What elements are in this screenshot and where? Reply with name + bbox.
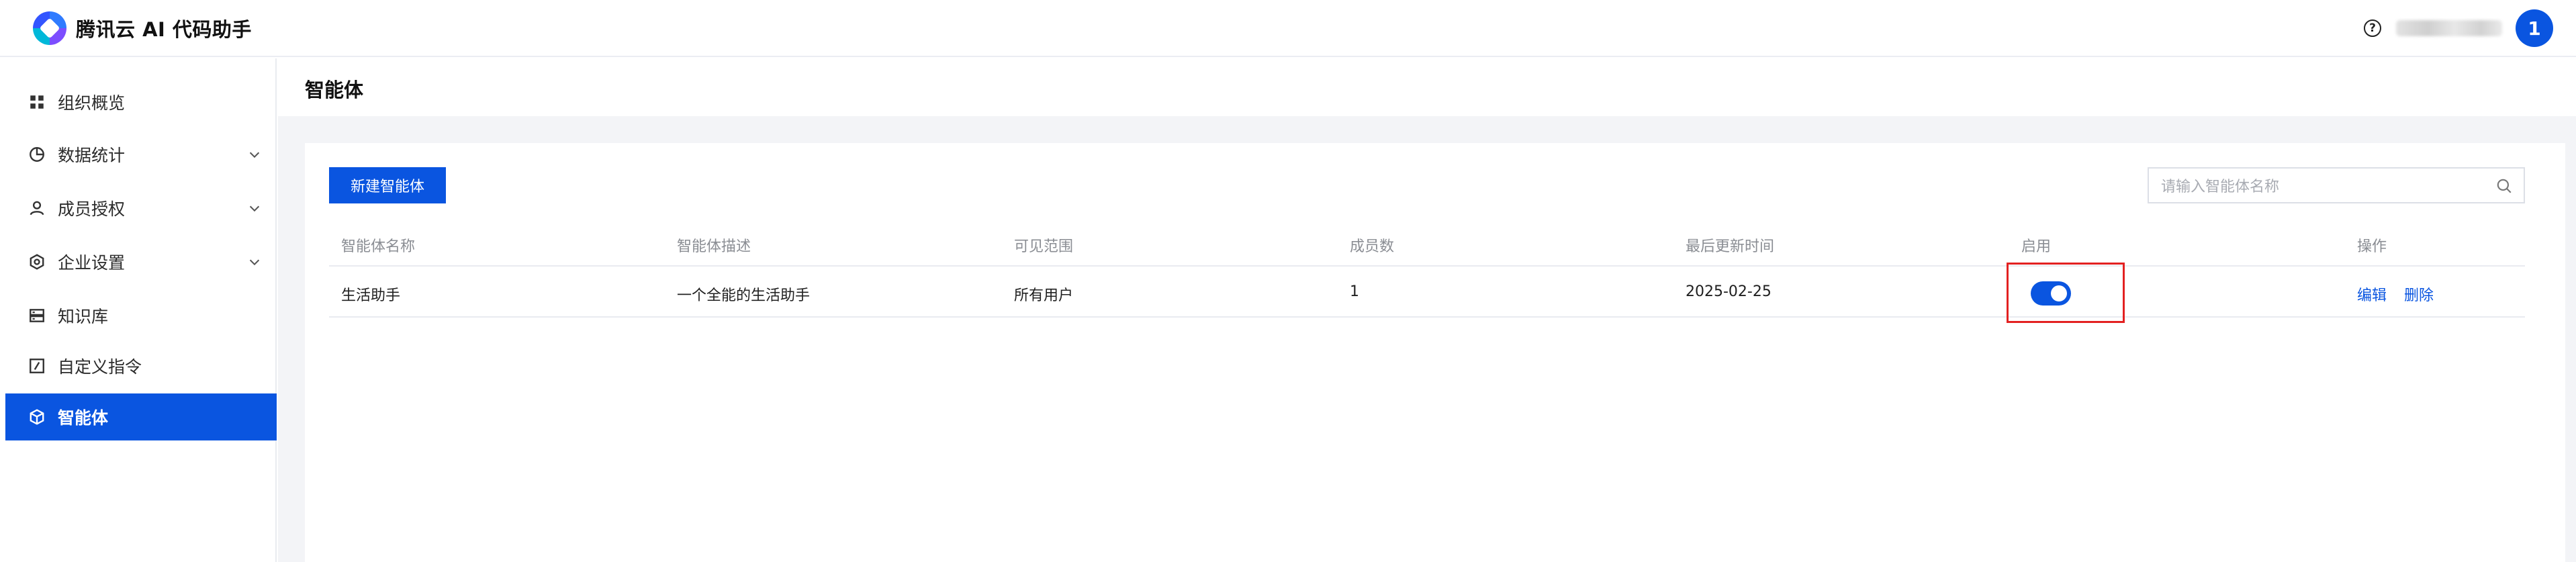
column-header-updated: 最后更新时间 xyxy=(1686,238,1775,255)
settings-icon xyxy=(30,254,44,270)
sidebar-item-custom-instructions[interactable]: 自定义指令 xyxy=(5,342,277,389)
brand-title: 腾讯云 AI 代码助手 xyxy=(76,17,252,41)
sidebar-item-label: 成员授权 xyxy=(58,199,126,219)
header-actions: ? 1 xyxy=(2364,9,2553,47)
sidebar-item-data-stats[interactable]: 数据统计 xyxy=(5,131,277,178)
sidebar-item-org-overview[interactable]: 组织概览 xyxy=(5,79,277,126)
sidebar: 组织概览 数据统计 成员授权 企业设置 知识库 自定义指令 智能体 xyxy=(5,58,277,562)
brand[interactable]: 腾讯云 AI 代码助手 xyxy=(33,11,252,45)
column-header-description: 智能体描述 xyxy=(677,238,751,255)
brand-logo-icon xyxy=(33,11,66,45)
table-row: 生活助手 一个全能的生活助手 所有用户 1 2025-02-25 编辑 删除 xyxy=(329,263,2525,323)
user-name-blurred[interactable] xyxy=(2396,20,2502,36)
pie-chart-icon xyxy=(30,147,44,162)
avatar[interactable]: 1 xyxy=(2516,9,2553,47)
sidebar-item-knowledge-base[interactable]: 知识库 xyxy=(5,292,277,339)
sidebar-item-label: 数据统计 xyxy=(58,146,126,165)
toggle-knob xyxy=(2051,285,2067,301)
page-title: 智能体 xyxy=(305,79,364,101)
sidebar-item-label: 企业设置 xyxy=(58,253,126,273)
sidebar-item-label: 智能体 xyxy=(58,408,109,428)
grid-icon xyxy=(30,95,44,109)
top-header: 腾讯云 AI 代码助手 ? 1 xyxy=(0,0,2576,57)
main-content: 智能体 新建智能体 请输入智能体名称 智能体名称 智能体描述 可见范围 成员数 … xyxy=(278,58,2576,562)
database-icon xyxy=(30,309,44,322)
agent-members: 1 xyxy=(1350,283,1359,300)
agent-updated: 2025-02-25 xyxy=(1686,283,1772,300)
table-header: 智能体名称 智能体描述 可见范围 成员数 最后更新时间 启用 操作 xyxy=(329,218,2525,267)
user-icon xyxy=(30,201,44,216)
agent-name: 生活助手 xyxy=(341,287,401,304)
search-icon[interactable] xyxy=(2495,177,2513,195)
enable-toggle[interactable] xyxy=(2031,281,2071,306)
column-header-name: 智能体名称 xyxy=(341,238,416,255)
edit-box-icon xyxy=(30,359,44,373)
column-header-visibility: 可见范围 xyxy=(1014,238,1074,255)
chevron-down-icon xyxy=(249,152,260,158)
column-header-members: 成员数 xyxy=(1350,238,1395,255)
chevron-down-icon xyxy=(249,205,260,212)
sidebar-item-agents[interactable]: 智能体 xyxy=(5,393,277,440)
chevron-down-icon xyxy=(249,259,260,266)
help-icon[interactable]: ? xyxy=(2364,19,2381,37)
search-input[interactable]: 请输入智能体名称 xyxy=(2148,167,2525,203)
agent-visibility: 所有用户 xyxy=(1014,287,1074,304)
sidebar-item-label: 自定义指令 xyxy=(58,357,142,377)
cube-icon xyxy=(30,409,44,425)
sidebar-item-label: 知识库 xyxy=(58,307,109,326)
agent-description: 一个全能的生活助手 xyxy=(677,287,811,304)
page-header: 智能体 xyxy=(278,58,2576,116)
column-header-actions: 操作 xyxy=(2357,238,2387,255)
column-header-enabled: 启用 xyxy=(2021,238,2052,255)
agents-card: 新建智能体 请输入智能体名称 智能体名称 智能体描述 可见范围 成员数 最后更新… xyxy=(305,143,2565,562)
new-agent-button[interactable]: 新建智能体 xyxy=(329,167,446,203)
agents-table: 智能体名称 智能体描述 可见范围 成员数 最后更新时间 启用 操作 生活助手 一… xyxy=(329,218,2525,323)
sidebar-item-member-auth[interactable]: 成员授权 xyxy=(5,185,277,232)
sidebar-item-enterprise-settings[interactable]: 企业设置 xyxy=(5,238,277,285)
sidebar-item-label: 组织概览 xyxy=(58,93,126,113)
delete-link[interactable]: 删除 xyxy=(2404,283,2434,305)
search-placeholder: 请输入智能体名称 xyxy=(2161,179,2280,195)
edit-link[interactable]: 编辑 xyxy=(2357,283,2387,305)
